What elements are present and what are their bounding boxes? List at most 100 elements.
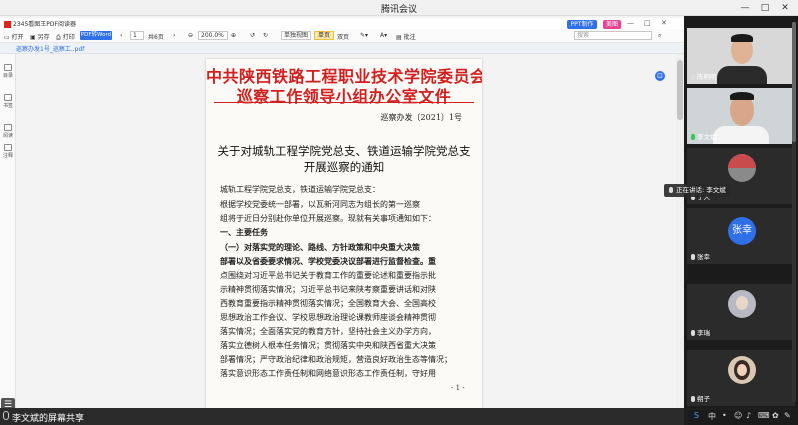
participant-tile[interactable]: 朔子 xyxy=(687,350,795,406)
participant-tile-speaking[interactable]: 李文斌 xyxy=(687,88,795,144)
document-page: 中共陕西铁路工程职业技术学院委员会 巡察工作领导小组办公室文件 巡察办发〔202… xyxy=(206,59,482,408)
print-label: 打印 xyxy=(62,34,75,41)
search-icon[interactable]: ⌕ xyxy=(658,32,661,40)
minimize-button[interactable]: — xyxy=(736,1,754,15)
meeting-title: 腾讯会议 xyxy=(380,5,417,15)
paragraph-line: 组将于近日分别赴你单位开展巡察。现就有关事项通知如下： xyxy=(220,214,436,223)
zoom-in-icon[interactable]: ⊕ xyxy=(231,32,236,39)
pdf-app-title: 2345看图王PDF阅读器 xyxy=(4,19,76,28)
pdf-app-title-text: 2345看图王PDF阅读器 xyxy=(13,21,76,28)
participant-tile[interactable]: 李瑞 xyxy=(687,284,795,340)
avatar xyxy=(728,154,756,182)
pdf-scrollbar[interactable] xyxy=(676,54,684,408)
catalog-label: 目录 xyxy=(2,73,13,79)
underline-icon[interactable]: A▾ xyxy=(380,32,387,39)
zoom-out-icon[interactable]: ⊖ xyxy=(188,32,193,39)
ime-chinese-icon[interactable]: 中 xyxy=(708,411,716,422)
speaking-indicator: 正在讲话: 李文斌 xyxy=(664,184,731,197)
person-body xyxy=(713,126,769,144)
mic-icon xyxy=(691,254,695,260)
participant-name-row: 李瑞 xyxy=(691,327,710,337)
page-total: 共6页 xyxy=(148,34,164,41)
avatar xyxy=(728,356,756,384)
document-tab[interactable]: 巡察办发1号_巡察工..pdf xyxy=(16,44,84,53)
participants-scrollbar[interactable] xyxy=(792,22,796,402)
save-as-label: 另存 xyxy=(37,34,50,41)
maximize-button[interactable]: □ xyxy=(756,1,774,15)
open-button[interactable]: ▭ 打开 xyxy=(4,32,24,41)
rotate-left-button[interactable]: ↺ xyxy=(250,32,255,39)
punctuation-icon[interactable]: • xyxy=(722,411,727,420)
annotate-label: 批注 xyxy=(403,34,416,41)
print-button[interactable]: ⎙ 打印 xyxy=(56,32,75,42)
highlight-icon[interactable]: ✎▾ xyxy=(360,32,368,39)
red-divider xyxy=(214,102,474,103)
avatar xyxy=(728,290,756,318)
system-tray: S 中 • ☺ ♪ ⌨ ✿ ✎ xyxy=(688,410,798,425)
read-button[interactable]: 阅读 xyxy=(1,124,15,139)
participants-panel: 陈明明 李文斌 丁天 张幸 张幸 李瑞 朔子 xyxy=(684,16,798,408)
next-page-button[interactable]: › xyxy=(173,32,175,39)
prev-page-button[interactable]: ‹ xyxy=(120,32,122,39)
participant-name-row: 李文斌 xyxy=(691,131,717,141)
participant-name-row: 陈明明 xyxy=(691,71,717,81)
pdf-reader-header: 2345看图王PDF阅读器 PPT制作 美图 — □ ✕ xyxy=(0,18,684,29)
skin-icon[interactable]: ✿ xyxy=(772,411,779,420)
pdf-tab-bar: 巡察办发1号_巡察工..pdf xyxy=(0,43,684,54)
speaker-icon xyxy=(669,187,673,193)
annotation-button[interactable]: 注释 xyxy=(1,144,15,159)
participant-name: 李文斌 xyxy=(697,133,717,141)
annotate-button[interactable]: ▤ 批注 xyxy=(396,32,416,41)
meeting-title-bar: 腾讯会议 — □ ✕ xyxy=(0,0,798,16)
voice-icon[interactable]: ♪ xyxy=(746,411,751,420)
search-input[interactable]: 搜索 xyxy=(574,31,652,40)
pdf-to-word-button[interactable]: PDF转Word xyxy=(80,31,112,40)
mic-icon xyxy=(691,74,695,80)
paragraph-line: 点围绕对习近平总书记关于教育工作的重要论述和重要指示批 xyxy=(220,271,436,280)
tool-float-icon[interactable]: ⊡ xyxy=(655,71,665,81)
ppt-button[interactable]: PPT制作 xyxy=(567,20,597,29)
comment-icon xyxy=(4,144,12,151)
note-icon: ▤ xyxy=(396,34,404,41)
participant-tile[interactable]: 陈明明 xyxy=(687,28,795,84)
pdf-maximize-button[interactable]: □ xyxy=(644,19,651,27)
save-as-button[interactable]: ▣ 另存 xyxy=(30,32,50,41)
pdf-minimize-button[interactable]: — xyxy=(627,19,634,27)
paragraph-line: 落实立德树人根本任务情况；贯彻落实中央和陕西省重大决策 xyxy=(220,341,436,350)
paragraph-line: 根据学校党委统一部署，以瓦新河同志为组长的第一巡察 xyxy=(220,200,420,209)
keyboard-icon[interactable]: ⌨ xyxy=(758,411,770,420)
zoom-select[interactable]: 200.0% xyxy=(198,31,228,40)
speaking-text: 正在讲话: 李文斌 xyxy=(676,186,726,194)
paragraph-line: 西教育重要指示精神贯彻落实情况；全国教育大会、全国高校 xyxy=(220,299,436,308)
close-button[interactable]: ✕ xyxy=(776,1,794,15)
eye-icon xyxy=(4,124,12,131)
tools-icon[interactable]: ✎ xyxy=(784,411,791,420)
layout-select[interactable]: 单独视图 xyxy=(281,31,311,40)
participant-name: 朔子 xyxy=(697,395,710,403)
avatar-image xyxy=(728,154,756,168)
page-number: - 1 - xyxy=(451,384,465,392)
pdf-close-button[interactable]: ✕ xyxy=(661,19,667,27)
single-page-button[interactable]: 单页 xyxy=(314,31,334,40)
paragraph-line: 思想政治工作会议、学校思想政治理论课教师座谈会精神贯彻 xyxy=(220,313,436,322)
avatar-face xyxy=(737,364,747,376)
double-page-button[interactable]: 双页 xyxy=(337,32,349,41)
document-header-line2: 巡察工作领导小组办公室文件 xyxy=(236,87,452,106)
participant-tile[interactable]: 张幸 张幸 xyxy=(687,208,795,264)
bookmark-button[interactable]: 书签 xyxy=(1,94,15,109)
paragraph-line: 城轨工程学院党总支，铁道运输学院党总支： xyxy=(220,185,380,194)
emoji-icon[interactable]: ☺ xyxy=(734,411,742,420)
pdf-side-panel: 目录 书签 阅读 注释 ☰ xyxy=(0,54,16,412)
participant-name: 张幸 xyxy=(697,253,710,261)
participants-scroll-thumb[interactable] xyxy=(792,22,796,142)
page-number-input[interactable]: 1 xyxy=(130,31,144,40)
person-body xyxy=(717,66,767,84)
bookmark-label: 书签 xyxy=(2,103,13,109)
meitu-button[interactable]: 美图 xyxy=(603,20,621,29)
rotate-right-button[interactable]: ↻ xyxy=(263,32,268,39)
section-heading: 一、主要任务 xyxy=(220,227,268,237)
open-label: 打开 xyxy=(11,34,24,41)
pdf-scroll-thumb[interactable] xyxy=(677,60,683,120)
catalog-button[interactable]: 目录 xyxy=(1,64,15,79)
sogou-icon[interactable]: S xyxy=(694,411,699,420)
